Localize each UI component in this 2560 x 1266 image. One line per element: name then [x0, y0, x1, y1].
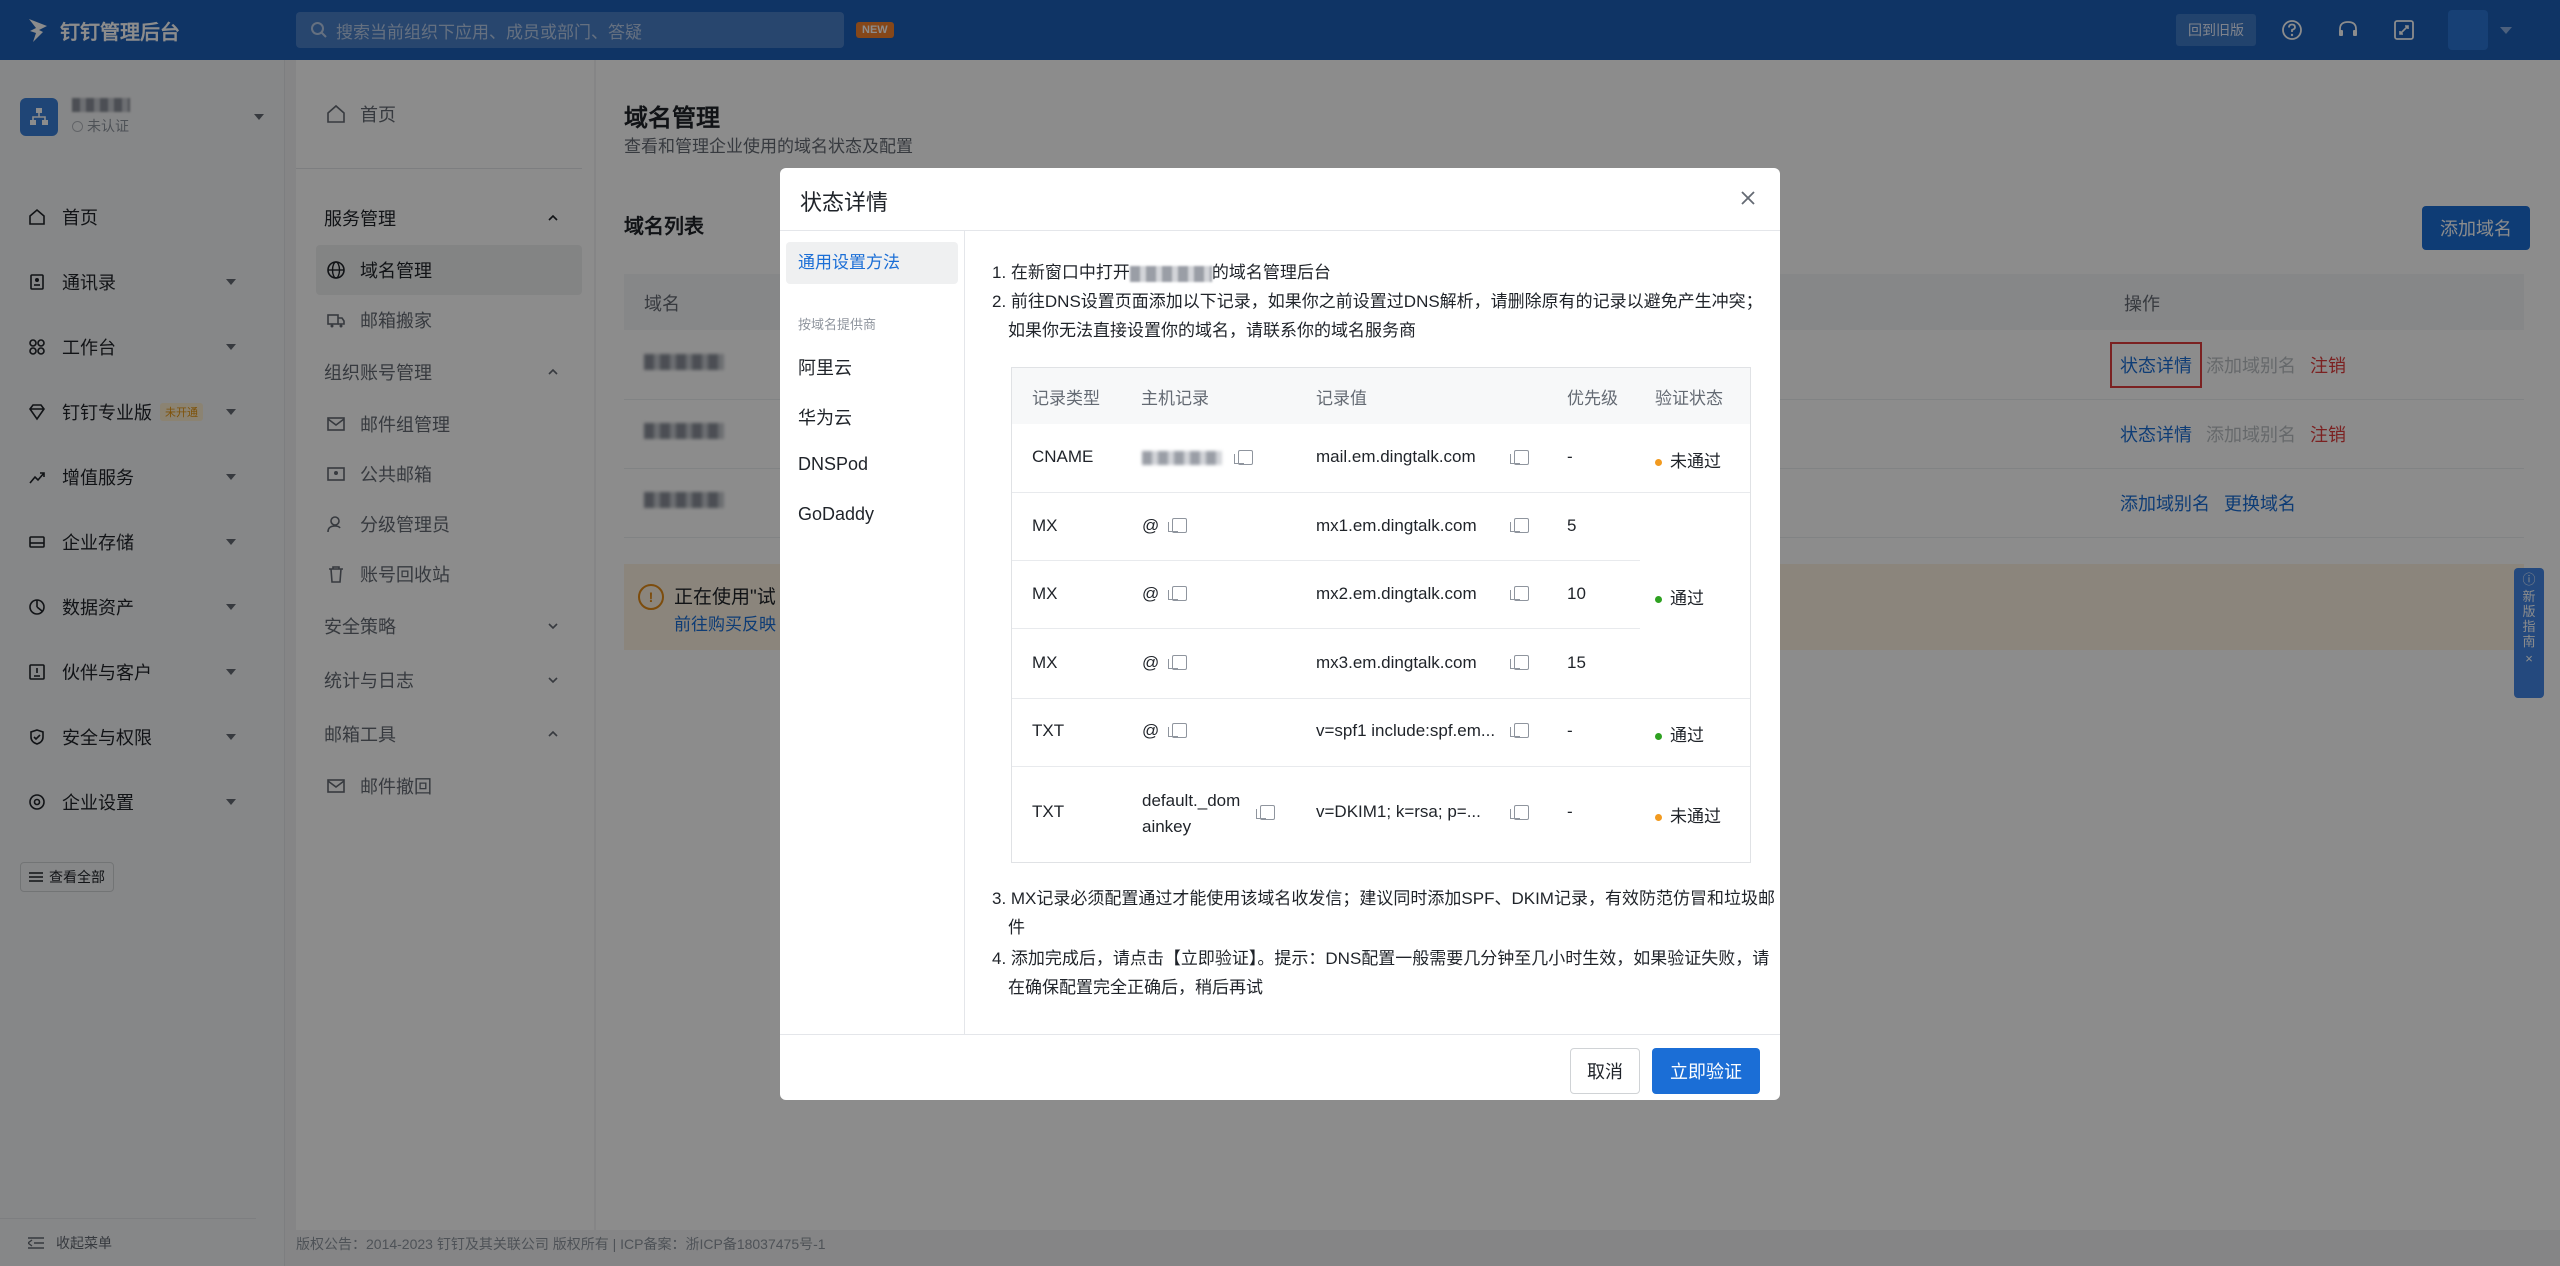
copy-icon[interactable] [1510, 518, 1529, 533]
dns-table-header: 记录类型 主机记录 记录值 优先级 验证状态 [1012, 368, 1750, 424]
provider-redacted [1129, 265, 1212, 282]
status-dot [1655, 814, 1662, 822]
status-dot [1655, 596, 1662, 604]
th-type: 记录类型 [1032, 389, 1100, 408]
copy-icon[interactable] [1168, 518, 1187, 533]
copy-icon[interactable] [1510, 586, 1529, 601]
status-detail-dialog: 状态详情 通用设置方法 按域名提供商 阿里云 华为云 DNSPod GoDadd… [780, 168, 1780, 1100]
status-dot [1655, 459, 1662, 467]
record-type: MX [1032, 584, 1058, 603]
copy-icon[interactable] [1234, 450, 1253, 465]
status-text: 未通过 [1670, 807, 1721, 826]
record-host: @ [1142, 584, 1160, 603]
status-text: 未通过 [1670, 452, 1721, 471]
copy-icon[interactable] [1510, 723, 1529, 738]
copy-icon[interactable] [1510, 805, 1529, 820]
copy-icon[interactable] [1256, 805, 1275, 820]
cancel-button[interactable]: 取消 [1570, 1048, 1640, 1094]
verify-now-button[interactable]: 立即验证 [1652, 1048, 1760, 1094]
dialog-header: 状态详情 [780, 168, 1780, 231]
step-1: 1. 在新窗口中打开 的域名管理后台 [992, 258, 1762, 287]
dialog-title: 状态详情 [800, 190, 889, 215]
record-value: mail.em.dingtalk.com [1316, 447, 1476, 466]
status-passed: 通过 [1655, 721, 1704, 746]
copy-icon[interactable] [1510, 450, 1529, 465]
record-host: default._domainkey [1142, 791, 1241, 836]
status-failed: 未通过 [1655, 802, 1721, 827]
record-host: @ [1142, 721, 1160, 740]
step-1-pre: 1. 在新窗口中打开 [992, 263, 1130, 282]
record-priority: 15 [1567, 653, 1586, 672]
status-text: 通过 [1670, 589, 1704, 608]
record-priority: 5 [1567, 516, 1577, 535]
record-type: TXT [1032, 802, 1065, 821]
provider-godaddy[interactable]: GoDaddy [798, 504, 874, 525]
th-value: 记录值 [1316, 389, 1367, 408]
record-host: @ [1142, 516, 1160, 535]
copy-icon[interactable] [1510, 655, 1529, 670]
step-2: 2. 前往DNS设置页面添加以下记录，如果你之前设置过DNS解析，请删除原有的记… [992, 292, 1763, 340]
th-host: 主机记录 [1141, 389, 1209, 408]
tab-general-method[interactable]: 通用设置方法 [786, 242, 958, 284]
copy-icon[interactable] [1168, 723, 1187, 738]
provider-aliyun[interactable]: 阿里云 [798, 354, 852, 380]
by-provider-label: 按域名提供商 [798, 317, 877, 332]
record-host: @ [1142, 653, 1160, 672]
dialog-side-tabs: 通用设置方法 按域名提供商 阿里云 华为云 DNSPod GoDaddy [780, 230, 965, 1034]
status-dot [1655, 733, 1662, 741]
record-value: mx3.em.dingtalk.com [1316, 653, 1477, 672]
status-passed: 通过 [1655, 584, 1704, 609]
record-type: MX [1032, 516, 1058, 535]
record-type: CNAME [1032, 447, 1094, 466]
record-type: MX [1032, 653, 1058, 672]
record-value: v=spf1 include:spf.em... [1316, 721, 1496, 740]
copy-icon[interactable] [1168, 586, 1187, 601]
record-value: v=DKIM1; k=rsa; p=... [1316, 802, 1481, 821]
step-1-post: 的域名管理后台 [1211, 263, 1331, 282]
record-value: mx2.em.dingtalk.com [1316, 584, 1477, 603]
provider-dnspod[interactable]: DNSPod [798, 454, 868, 475]
record-value: mx1.em.dingtalk.com [1316, 516, 1477, 535]
record-priority: 10 [1567, 584, 1586, 603]
dialog-body: 1. 在新窗口中打开 的域名管理后台 2. 前往DNS设置页面添加以下记录，如果你… [964, 230, 1780, 1034]
dns-records-table: 记录类型 主机记录 记录值 优先级 验证状态 CNAME mail.em.din… [1011, 367, 1751, 863]
step-4: 4. 添加完成后，请点击【立即验证】。提示：DNS配置一般需要几分钟至几小时生效… [992, 949, 1770, 997]
record-priority: - [1567, 721, 1573, 740]
th-status: 验证状态 [1655, 389, 1723, 408]
record-priority: - [1567, 447, 1573, 466]
close-icon[interactable] [1738, 188, 1758, 208]
status-text: 通过 [1670, 726, 1704, 745]
host-redacted [1142, 451, 1222, 465]
th-priority: 优先级 [1567, 389, 1618, 408]
provider-huawei[interactable]: 华为云 [798, 404, 852, 430]
copy-icon[interactable] [1168, 655, 1187, 670]
status-failed: 未通过 [1655, 447, 1721, 472]
record-type: TXT [1032, 721, 1065, 740]
step-3: 3. MX记录必须配置通过才能使用该域名收发信；建议同时添加SPF、DKIM记录… [992, 889, 1775, 937]
record-priority: - [1567, 802, 1573, 821]
